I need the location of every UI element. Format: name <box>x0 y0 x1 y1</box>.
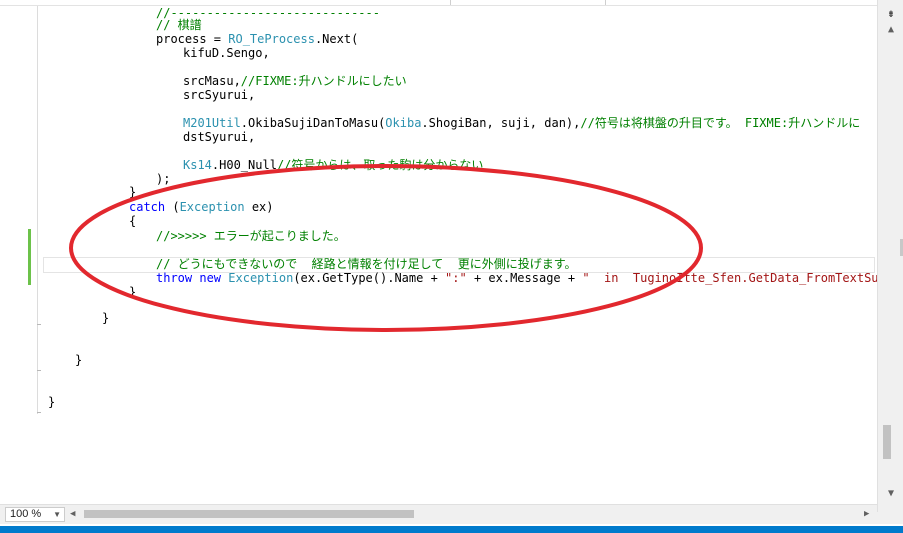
code-token: " in TuginoItte_Sfen.GetData_FromTextSub <box>582 271 877 285</box>
code-token: ex) <box>244 200 274 214</box>
code-token: M201Util <box>183 116 241 130</box>
code-token: { <box>129 214 137 228</box>
code-token: Exception <box>179 200 245 214</box>
code-line[interactable]: } <box>102 311 109 325</box>
scroll-down-arrow-icon[interactable]: ▼ <box>884 488 898 500</box>
horizontal-scroll-thumb[interactable] <box>84 510 414 518</box>
code-line[interactable]: { <box>129 214 136 228</box>
code-token: .ShogiBan, suji, dan), <box>421 116 581 130</box>
zoom-dropdown[interactable]: 100 % ▼ <box>5 507 65 522</box>
code-editor[interactable]: //-----------------------------// 棋譜 proc… <box>0 6 877 504</box>
code-token: //符号は将棋盤の升目です。 FIXME:升ハンドルに <box>580 116 861 130</box>
code-token: RO_TeProcess <box>228 32 315 46</box>
code-line[interactable]: kifuD.Sengo, <box>183 46 270 60</box>
code-token: new <box>199 271 222 285</box>
editor-gutter <box>0 6 24 504</box>
outline-end-marker <box>37 412 41 413</box>
code-token: // どうにもできないので 経路と情報を付け足して 更に外側に投げます。 <box>156 257 577 271</box>
code-line[interactable]: } <box>129 285 136 299</box>
code-token: .Next( <box>314 32 359 46</box>
code-token: srcSyurui, <box>183 88 256 102</box>
code-line[interactable]: M201Util.OkibaSujiDanToMasu(Okiba.ShogiB… <box>183 116 860 130</box>
scroll-right-arrow-icon[interactable]: ▶ <box>864 508 874 520</box>
code-token: srcMasu, <box>183 74 241 88</box>
code-token: } <box>75 353 83 367</box>
code-line[interactable]: srcMasu,//FIXME:升ハンドルにしたい <box>183 74 407 88</box>
code-line[interactable]: srcSyurui, <box>183 88 255 102</box>
outline-end-marker <box>37 324 41 325</box>
code-token: throw <box>156 271 193 285</box>
code-token: catch <box>129 200 166 214</box>
editor-bottom-bar: 100 % ▼ ◀ ▶ <box>0 504 877 524</box>
vertical-scroll-thumb[interactable] <box>883 425 891 459</box>
code-token: kifuD.Sengo, <box>183 46 270 60</box>
code-line[interactable]: // 棋譜 <box>156 18 202 32</box>
tab-divider <box>605 0 606 5</box>
outline-end-marker <box>37 370 41 371</box>
code-token: (ex.GetType().Name + <box>293 271 446 285</box>
code-line[interactable]: // どうにもできないので 経路と情報を付け足して 更に外側に投げます。 <box>156 257 577 271</box>
zoom-level: 100 % <box>10 508 42 520</box>
code-token: // 棋譜 <box>156 18 202 32</box>
code-token: process = <box>156 32 229 46</box>
code-line[interactable]: //>>>>> エラーが起こりました。 <box>156 229 346 243</box>
outline-margin <box>37 6 38 414</box>
code-line[interactable]: dstSyurui, <box>183 130 255 144</box>
code-token: //>>>>> エラーが起こりました。 <box>156 229 346 243</box>
code-token: //符号からは、取った駒は分からない <box>276 158 484 172</box>
scroll-up-arrow-icon[interactable]: ▲ <box>884 24 898 36</box>
code-line[interactable]: throw new Exception(ex.GetType().Name + … <box>156 271 877 285</box>
change-indicator <box>28 229 31 285</box>
code-token: ":" <box>445 271 467 285</box>
code-line[interactable]: ); <box>156 172 170 186</box>
code-line[interactable]: } <box>75 353 82 367</box>
code-token: + ex.Message + <box>466 271 583 285</box>
tab-divider <box>450 0 451 5</box>
scroll-left-arrow-icon[interactable]: ◀ <box>70 508 80 520</box>
code-token: Ks14 <box>183 158 212 172</box>
code-token: Okiba <box>385 116 422 130</box>
splitter-icon[interactable]: ⇟ <box>884 6 898 20</box>
status-bar <box>0 526 903 533</box>
code-token: .H00_Null <box>211 158 277 172</box>
scrollbar-corner <box>877 512 903 524</box>
code-token: } <box>129 185 137 199</box>
code-token: ); <box>156 172 171 186</box>
code-token: ( <box>165 200 180 214</box>
code-line[interactable]: } <box>48 395 55 409</box>
red-ellipse-annotation <box>69 164 703 332</box>
code-token: } <box>129 285 137 299</box>
code-token: dstSyurui, <box>183 130 256 144</box>
code-token: .OkibaSujiDanToMasu( <box>240 116 386 130</box>
code-line[interactable]: process = RO_TeProcess.Next( <box>156 32 358 46</box>
code-token: Exception <box>228 271 294 285</box>
code-line[interactable]: Ks14.H00_Null//符号からは、取った駒は分からない <box>183 158 483 172</box>
chevron-down-icon[interactable]: ▼ <box>53 508 61 521</box>
code-token: } <box>48 395 56 409</box>
code-line[interactable]: catch (Exception ex) <box>129 200 274 214</box>
code-token: //FIXME:升ハンドルにしたい <box>240 74 407 88</box>
code-token: } <box>102 311 110 325</box>
code-line[interactable]: } <box>129 185 136 199</box>
vertical-scrollbar[interactable]: ⇟ ▲ ▼ <box>877 0 903 512</box>
